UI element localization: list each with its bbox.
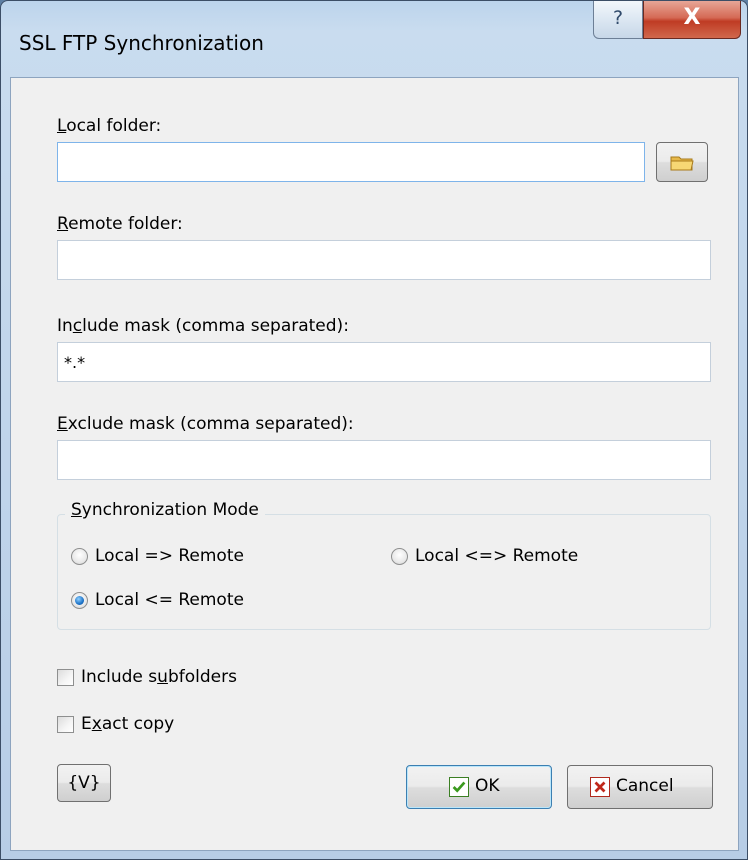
radio-local-to-remote[interactable] — [71, 548, 88, 565]
remote-folder-input[interactable] — [57, 240, 711, 280]
dialog-client-area: Local folder: Remote folder: Include mas… — [10, 77, 739, 851]
cancel-button[interactable]: Cancel — [567, 765, 713, 809]
window-title: SSL FTP Synchronization — [19, 31, 264, 55]
include-mask-label: Include mask (comma separated): — [57, 316, 349, 336]
remote-folder-label: Remote folder: — [57, 214, 183, 234]
include-mask-input[interactable] — [57, 342, 711, 382]
variables-button-label: {V} — [67, 773, 101, 793]
radio-remote-to-local[interactable] — [71, 592, 88, 609]
checkmark-icon — [449, 777, 469, 797]
close-button[interactable]: X — [643, 1, 741, 39]
variables-button[interactable]: {V} — [57, 764, 111, 802]
ok-button-label: OK — [475, 776, 500, 796]
radio-local-both-remote-label[interactable]: Local <=> Remote — [415, 546, 578, 566]
exclude-mask-input[interactable] — [57, 440, 711, 480]
x-icon — [590, 777, 610, 797]
close-icon: X — [683, 5, 701, 30]
cancel-button-label: Cancel — [616, 776, 674, 796]
include-subfolders-checkbox[interactable] — [57, 669, 74, 686]
local-folder-input[interactable] — [57, 142, 645, 182]
radio-remote-to-local-label[interactable]: Local <= Remote — [95, 590, 244, 610]
ok-button[interactable]: OK — [406, 765, 552, 809]
radio-local-both-remote[interactable] — [391, 548, 408, 565]
help-button[interactable]: ? — [593, 1, 643, 39]
browse-folder-button[interactable] — [656, 142, 708, 182]
question-icon: ? — [612, 7, 624, 29]
exact-copy-checkbox[interactable] — [57, 716, 74, 733]
exact-copy-label[interactable]: Exact copy — [81, 714, 174, 734]
sync-mode-group — [57, 514, 711, 630]
local-folder-label: Local folder: — [57, 116, 162, 136]
dialog-window: SSL FTP Synchronization ? X Local folder… — [0, 0, 748, 860]
exclude-mask-label: Exclude mask (comma separated): — [57, 414, 354, 434]
radio-local-to-remote-label[interactable]: Local => Remote — [95, 546, 244, 566]
include-subfolders-label[interactable]: Include subfolders — [81, 667, 237, 687]
sync-mode-legend: Synchronization Mode — [65, 500, 265, 520]
folder-icon — [670, 156, 694, 171]
